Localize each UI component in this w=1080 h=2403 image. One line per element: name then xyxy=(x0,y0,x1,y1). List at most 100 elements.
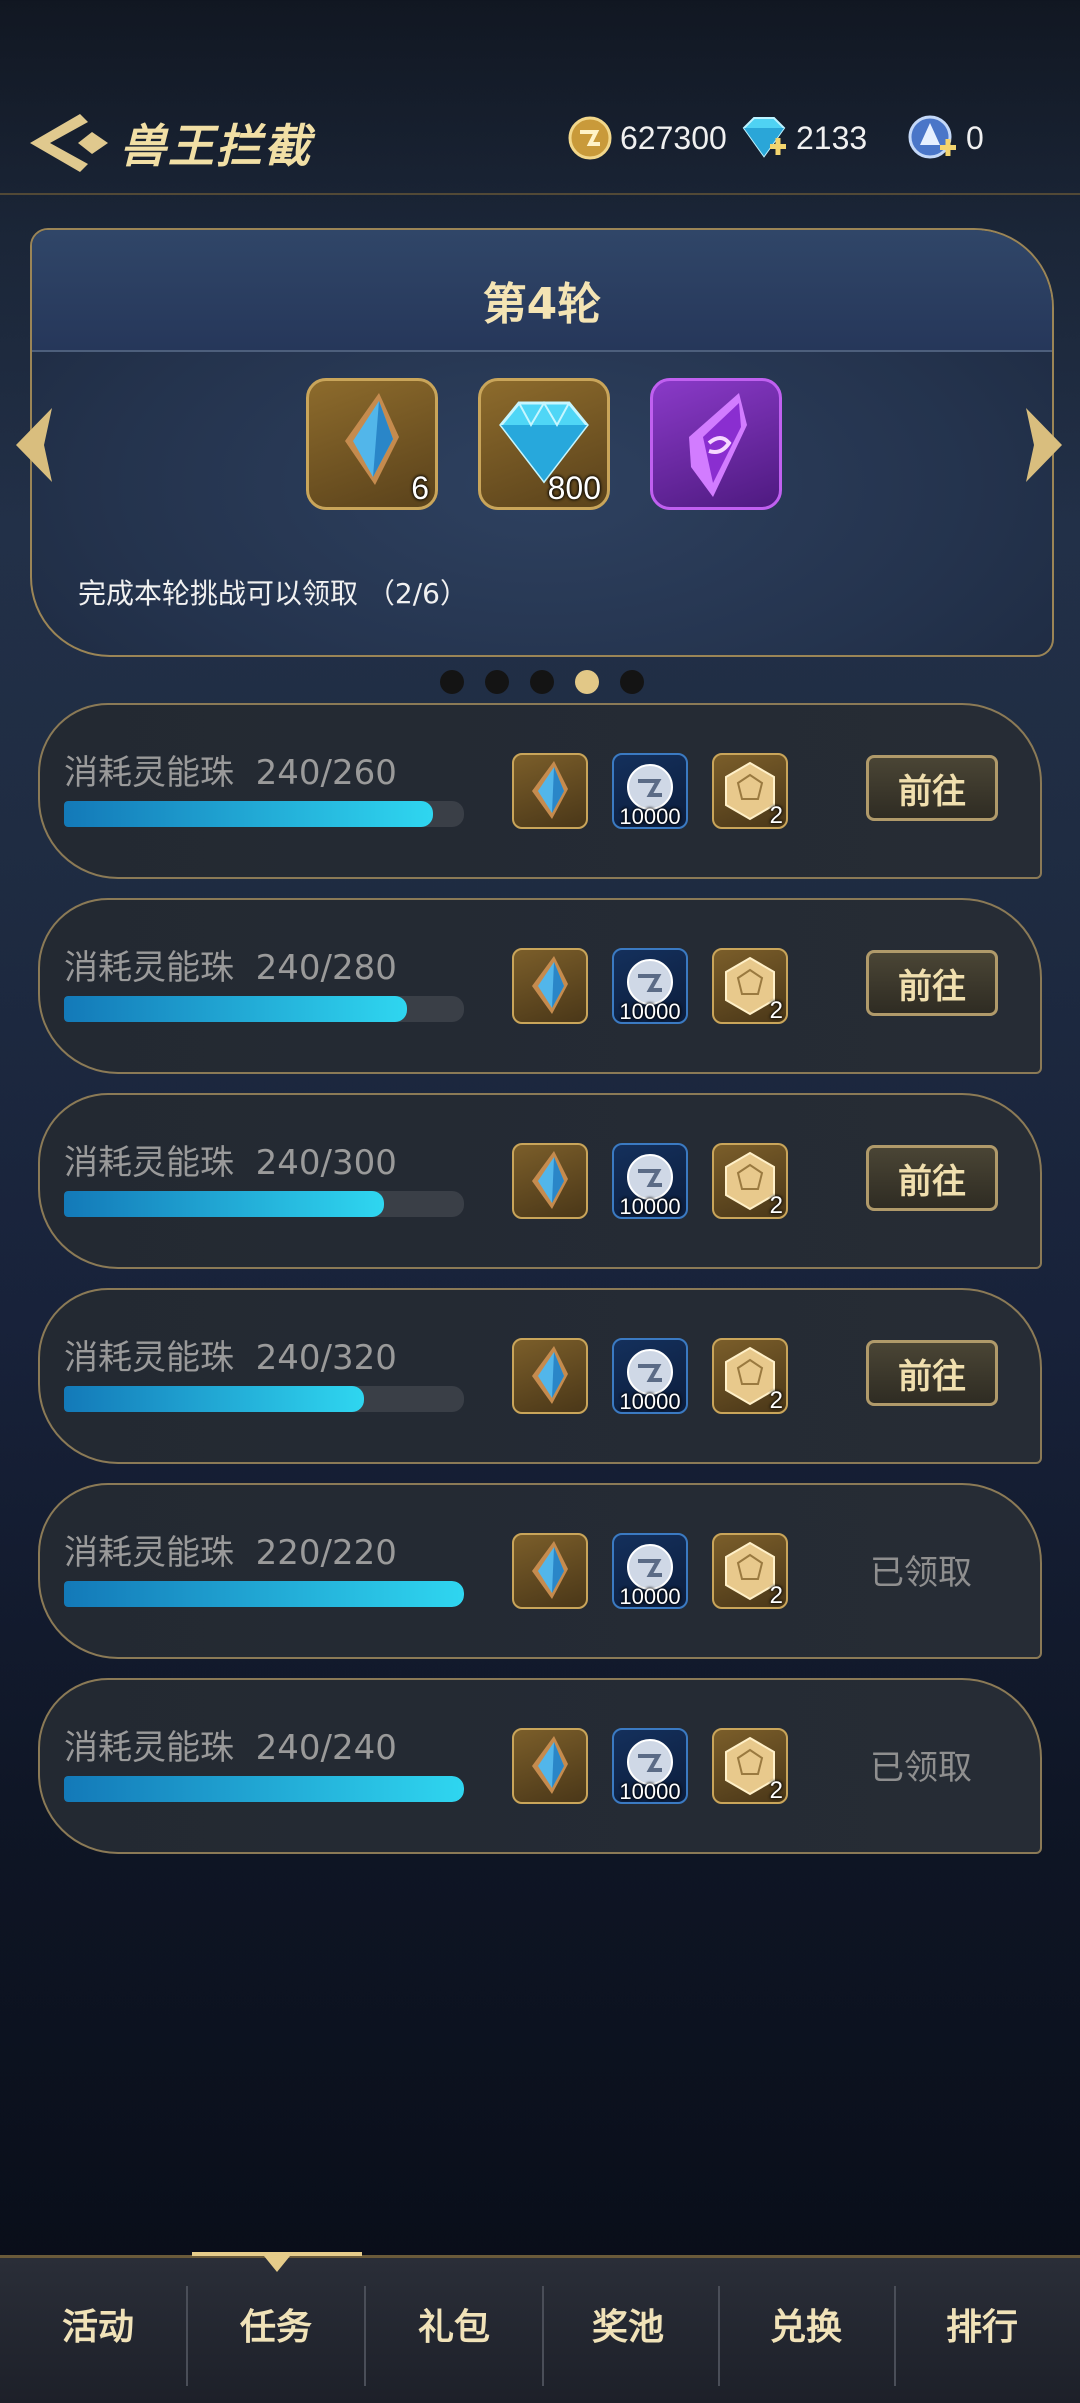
prize-crystal[interactable]: 6 xyxy=(306,378,438,510)
reward-dice[interactable]: 2 xyxy=(712,1728,788,1804)
task-progress-fill xyxy=(64,1386,364,1412)
tab-activity[interactable]: 活动 xyxy=(10,2298,186,2350)
round-title: 第4轮 xyxy=(482,279,602,330)
page-dot-1[interactable] xyxy=(440,670,464,694)
next-round-button[interactable] xyxy=(1020,400,1070,490)
reward-crystal[interactable] xyxy=(512,948,588,1024)
task-progress-text: 240/300 xyxy=(255,1143,397,1183)
task-progress-fill xyxy=(64,996,407,1022)
go-button[interactable]: 前往 xyxy=(866,755,998,821)
page-dot-4-active[interactable] xyxy=(575,670,599,694)
reward-coin[interactable]: 10000 xyxy=(612,1533,688,1609)
blue-crystal-icon xyxy=(532,956,568,1014)
prize-count: 6 xyxy=(411,470,429,506)
blue-crystal-icon xyxy=(532,1541,568,1599)
tab-gift-pack[interactable]: 礼包 xyxy=(366,2298,542,2350)
task-row-3: 消耗灵能珠 240/300 10000 2 前往 xyxy=(38,1093,1042,1269)
reward-dice[interactable]: 2 xyxy=(712,753,788,829)
reward-crystal[interactable] xyxy=(512,753,588,829)
reward-crystal[interactable] xyxy=(512,1143,588,1219)
tab-prize-pool[interactable]: 奖池 xyxy=(540,2298,716,2350)
back-button[interactable] xyxy=(22,108,112,178)
task-row-4: 消耗灵能珠 240/320 10000 2 前往 xyxy=(38,1288,1042,1464)
task-progress-fill xyxy=(64,1191,384,1217)
task-progress-text: 240/240 xyxy=(255,1728,397,1768)
round-reward-panel: 第4轮 6 800 完成本轮挑战可以领取 （2/6） xyxy=(30,228,1054,657)
reward-coin-count: 10000 xyxy=(619,804,681,829)
previous-round-button[interactable] xyxy=(8,400,58,490)
go-button[interactable]: 前往 xyxy=(866,1340,998,1406)
task-label: 消耗灵能珠 240/300 xyxy=(64,1143,397,1183)
diamond-currency[interactable]: 2133 xyxy=(738,108,867,168)
task-row-1: 消耗灵能珠 240/260 10000 2 前往 xyxy=(38,703,1042,879)
reward-coin-count: 10000 xyxy=(619,1194,681,1219)
blue-crystal-icon xyxy=(532,1151,568,1209)
reward-dice-count: 2 xyxy=(769,1192,783,1219)
token-currency[interactable]: 0 xyxy=(906,108,984,168)
task-progress-text: 240/320 xyxy=(255,1338,397,1378)
back-arrow-icon xyxy=(30,114,108,172)
task-label: 消耗灵能珠 240/240 xyxy=(64,1728,397,1768)
reward-coin[interactable]: 10000 xyxy=(612,1728,688,1804)
reward-dice-count: 2 xyxy=(769,802,783,829)
reward-dice-count: 2 xyxy=(769,1387,783,1414)
reward-crystal[interactable] xyxy=(512,1533,588,1609)
prize-count: 800 xyxy=(547,470,601,506)
diamond-plus-icon xyxy=(742,117,786,158)
reward-crystal[interactable] xyxy=(512,1338,588,1414)
reward-coin[interactable]: 10000 xyxy=(612,1338,688,1414)
reward-coin[interactable]: 10000 xyxy=(612,948,688,1024)
gold-currency: 627300 xyxy=(566,108,727,168)
tab-tasks[interactable]: 任务 xyxy=(188,2298,364,2350)
task-row-6: 消耗灵能珠 240/240 10000 2 已领取 xyxy=(38,1678,1042,1854)
reward-dice-count: 2 xyxy=(769,1777,783,1804)
page-dot-5[interactable] xyxy=(620,670,644,694)
reward-coin-count: 10000 xyxy=(619,1779,681,1804)
reward-dice-count: 2 xyxy=(769,997,783,1024)
go-button[interactable]: 前往 xyxy=(866,1145,998,1211)
tab-ranking[interactable]: 排行 xyxy=(894,2298,1070,2350)
reward-dice[interactable]: 2 xyxy=(712,1338,788,1414)
task-label: 消耗灵能珠 240/260 xyxy=(64,753,397,793)
task-progress-bar xyxy=(64,801,464,827)
reward-coin[interactable]: 10000 xyxy=(612,753,688,829)
gold-coin-icon xyxy=(568,116,612,160)
prize-diamond[interactable]: 800 xyxy=(478,378,610,510)
task-label: 消耗灵能珠 240/280 xyxy=(64,948,397,988)
header-divider xyxy=(0,193,1080,195)
chevron-right-icon xyxy=(1026,408,1062,482)
task-row-2: 消耗灵能珠 240/280 10000 2 前往 xyxy=(38,898,1042,1074)
reward-crystal[interactable] xyxy=(512,1728,588,1804)
task-progress-fill xyxy=(64,1581,464,1607)
diamond-amount: 2133 xyxy=(796,119,868,156)
page-dot-3[interactable] xyxy=(530,670,554,694)
reward-coin-count: 10000 xyxy=(619,1584,681,1609)
gold-amount: 627300 xyxy=(620,119,727,156)
tab-exchange[interactable]: 兑换 xyxy=(718,2298,894,2350)
task-row-5: 消耗灵能珠 220/220 10000 2 已领取 xyxy=(38,1483,1042,1659)
task-progress-bar xyxy=(64,996,464,1022)
token-amount: 0 xyxy=(966,119,984,156)
claimed-status: 已领取 xyxy=(870,1553,972,1593)
go-button[interactable]: 前往 xyxy=(866,950,998,1016)
reward-dice[interactable]: 2 xyxy=(712,1143,788,1219)
task-progress-bar xyxy=(64,1776,464,1802)
blue-crystal-icon xyxy=(532,1346,568,1404)
task-progress-fill xyxy=(64,1776,464,1802)
page-dot-2[interactable] xyxy=(485,670,509,694)
task-label: 消耗灵能珠 220/220 xyxy=(64,1533,397,1573)
task-progress-bar xyxy=(64,1386,464,1412)
reward-dice[interactable]: 2 xyxy=(712,1533,788,1609)
bottom-nav: 活动 任务 礼包 奖池 兑换 排行 xyxy=(0,2255,1080,2403)
task-progress-bar xyxy=(64,1191,464,1217)
task-progress-text: 240/260 xyxy=(255,753,397,793)
reward-dice[interactable]: 2 xyxy=(712,948,788,1024)
reward-coin[interactable]: 10000 xyxy=(612,1143,688,1219)
task-progress-text: 240/280 xyxy=(255,948,397,988)
prize-purple-gem[interactable] xyxy=(650,378,782,510)
task-label: 消耗灵能珠 240/320 xyxy=(64,1338,397,1378)
blue-token-plus-icon xyxy=(908,115,956,159)
claimed-status: 已领取 xyxy=(870,1748,972,1788)
task-progress-text: 220/220 xyxy=(255,1533,397,1573)
reward-dice-count: 2 xyxy=(769,1582,783,1609)
